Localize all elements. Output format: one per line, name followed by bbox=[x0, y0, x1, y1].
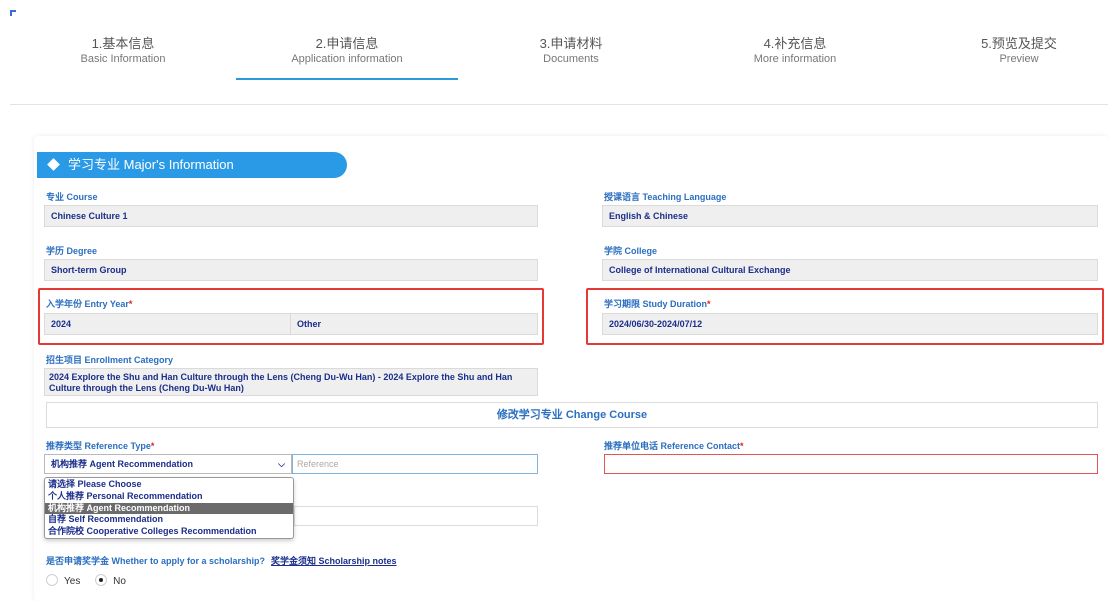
partially-hidden-input[interactable] bbox=[294, 506, 538, 526]
radio-no[interactable] bbox=[95, 574, 108, 586]
step-label-cn: 3.申请材料 bbox=[539, 36, 603, 51]
teaching-language-field: English & Chinese bbox=[602, 205, 1098, 227]
step-basic-info[interactable]: 1.基本信息 Basic Information bbox=[11, 36, 235, 67]
reference-input[interactable]: Reference bbox=[292, 454, 538, 474]
entry-year-field: 2024 bbox=[44, 313, 292, 335]
course-field: Chinese Culture 1 bbox=[44, 205, 538, 227]
degree-field: Short-term Group bbox=[44, 259, 538, 281]
entry-year-other-field: Other bbox=[290, 313, 538, 335]
reference-type-value: 机构推荐 Agent Recommendation bbox=[51, 459, 194, 469]
scholarship-radio-group: Yes No bbox=[46, 574, 138, 590]
change-course-button[interactable]: 修改学习专业 Change Course bbox=[46, 402, 1098, 428]
teaching-language-label: 授课语言 Teaching Language bbox=[604, 192, 727, 202]
scholarship-no-option[interactable]: No bbox=[95, 574, 126, 587]
step-label-en: Application information bbox=[291, 53, 403, 65]
corner-mark bbox=[10, 10, 16, 16]
step-preview[interactable]: 5.预览及提交 Preview bbox=[907, 36, 1108, 67]
dropdown-option[interactable]: 个人推荐 Personal Recommendation bbox=[45, 491, 293, 503]
step-label-cn: 1.基本信息 bbox=[91, 36, 155, 51]
study-duration-field: 2024/06/30-2024/07/12 bbox=[602, 313, 1098, 335]
enrollment-category-label: 招生项目 Enrollment Category bbox=[46, 355, 174, 365]
divider bbox=[10, 104, 1108, 105]
step-label-cn: 4.补充信息 bbox=[763, 36, 827, 51]
reference-type-label: 推荐类型 Reference Type* bbox=[46, 441, 155, 451]
dropdown-option[interactable]: 请选择 Please Choose bbox=[45, 479, 293, 491]
reference-type-dropdown: 请选择 Please Choose 个人推荐 Personal Recommen… bbox=[44, 477, 294, 539]
step-navigation: 1.基本信息 Basic Information 2.申请信息 Applicat… bbox=[0, 36, 1108, 106]
step-label-cn: 5.预览及提交 bbox=[981, 36, 1057, 51]
entry-year-label: 入学年份 Entry Year* bbox=[46, 299, 133, 309]
step-application-info[interactable]: 2.申请信息 Application information bbox=[235, 36, 459, 67]
reference-type-select[interactable]: 机构推荐 Agent Recommendation ⌵ bbox=[44, 454, 292, 474]
section-title: 学习专业 Major's Information bbox=[68, 157, 234, 172]
course-label: 专业 Course bbox=[46, 192, 98, 202]
college-field: College of International Cultural Exchan… bbox=[602, 259, 1098, 281]
step-more-info[interactable]: 4.补充信息 More information bbox=[683, 36, 907, 67]
dropdown-option[interactable]: 自荐 Self Recommendation bbox=[45, 514, 293, 526]
scholarship-yes-option[interactable]: Yes bbox=[46, 574, 80, 587]
step-label-en: Basic Information bbox=[80, 53, 166, 65]
step-label-en: More information bbox=[753, 53, 837, 65]
scholarship-notes-link[interactable]: 奖学金须知 Scholarship notes bbox=[271, 556, 397, 566]
reference-contact-label: 推荐单位电话 Reference Contact* bbox=[604, 441, 744, 451]
chevron-down-icon: ⌵ bbox=[278, 459, 285, 469]
dropdown-option-selected[interactable]: 机构推荐 Agent Recommendation bbox=[45, 502, 293, 515]
step-label-cn: 2.申请信息 bbox=[315, 36, 379, 51]
scholarship-question: 是否申请奖学金 Whether to apply for a scholarsh… bbox=[46, 556, 397, 566]
active-step-indicator bbox=[236, 78, 458, 80]
study-duration-label: 学习期限 Study Duration* bbox=[604, 299, 711, 309]
diamond-icon bbox=[47, 158, 60, 171]
step-label-en: Preview bbox=[999, 53, 1039, 65]
enrollment-category-field: 2024 Explore the Shu and Han Culture thr… bbox=[44, 368, 538, 396]
college-label: 学院 College bbox=[604, 246, 658, 256]
dropdown-option[interactable]: 合作院校 Cooperative Colleges Recommendation bbox=[45, 526, 293, 538]
degree-label: 学历 Degree bbox=[46, 246, 98, 256]
step-label-en: Documents bbox=[543, 53, 599, 65]
step-documents[interactable]: 3.申请材料 Documents bbox=[459, 36, 683, 67]
section-header: 学习专业 Major's Information bbox=[37, 152, 347, 178]
reference-contact-input[interactable] bbox=[604, 454, 1098, 474]
radio-yes[interactable] bbox=[46, 574, 58, 586]
